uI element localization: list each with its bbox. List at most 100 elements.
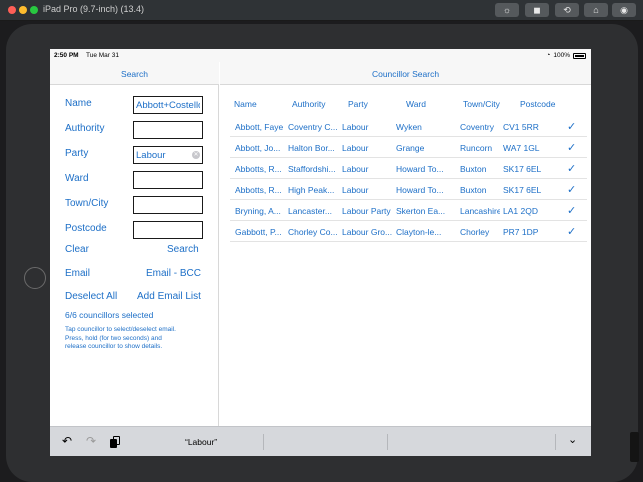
clear-button[interactable]: Clear [65, 244, 89, 255]
cell-town: Chorley [460, 227, 490, 237]
column-header-town-city[interactable]: Town/City [463, 99, 500, 109]
home-icon[interactable]: ⌂ [584, 3, 608, 17]
cell-town: Runcorn [460, 143, 493, 153]
paste-icon[interactable] [110, 436, 120, 448]
cell-party: Labour [342, 143, 369, 153]
postcode-label: Postcode [65, 223, 107, 234]
brightness-icon[interactable]: ☼ [495, 3, 519, 17]
redo-icon[interactable]: ↷ [86, 434, 96, 448]
minimize-window-button[interactable] [19, 6, 27, 14]
suggestion-divider [387, 434, 388, 450]
cell-postcode: LA1 2QD [503, 206, 538, 216]
cell-postcode: PR7 1DP [503, 227, 539, 237]
cell-authority: Chorley Co... [288, 227, 338, 237]
check-icon: ✓ [567, 226, 577, 238]
stop-icon[interactable]: ◼ [525, 3, 549, 17]
close-window-button[interactable] [8, 6, 16, 14]
suggestion-divider [263, 434, 264, 450]
clear-text-icon[interactable]: ✕ [192, 151, 200, 159]
ward-field[interactable] [133, 171, 203, 189]
cell-ward: Howard To... [396, 164, 444, 174]
battery-percent: 100% [553, 52, 570, 59]
search-pane-title: Search [121, 69, 148, 79]
keyboard-shortcut-bar: ↶ ↷ “Labour” ⌄ [50, 426, 591, 456]
add-email-list-button[interactable]: Add Email List [137, 291, 201, 302]
column-header-ward[interactable]: Ward [406, 99, 426, 109]
cell-authority: Halton Bor... [288, 143, 335, 153]
cell-party: Labour Party [342, 206, 391, 216]
camera-icon[interactable]: ◉ [612, 3, 636, 17]
councillor-row[interactable]: Bryning, A... Lancaster... Labour Party Ske… [230, 200, 587, 221]
cell-party: Labour [342, 185, 369, 195]
authority-field[interactable] [133, 121, 203, 139]
search-button[interactable]: Search [167, 244, 199, 255]
ipad-screen: 2:50 PM Tue Mar 31 ◔ 100% Search Name Au… [50, 49, 591, 456]
help-text-line: release councillor to show details. [65, 343, 163, 350]
councillor-row[interactable]: Abbotts, R... High Peak... Labour Howard To… [230, 179, 587, 200]
cell-ward: Howard To... [396, 185, 444, 195]
undo-icon[interactable]: ↶ [62, 434, 72, 448]
selected-count: 6/6 councillors selected [65, 310, 154, 320]
cell-name: Abbotts, R... [235, 164, 282, 174]
check-icon: ✓ [567, 142, 577, 154]
check-icon: ✓ [567, 205, 577, 217]
check-icon: ✓ [567, 121, 577, 133]
postcode-field[interactable] [133, 221, 203, 239]
zoom-window-button[interactable] [30, 6, 38, 14]
party-label: Party [65, 148, 89, 159]
status-time: 2:50 PM [54, 52, 79, 59]
councillor-row[interactable]: Abbott, Faye Coventry C... Labour Wyken Cove… [230, 116, 587, 137]
status-date: Tue Mar 31 [86, 52, 119, 59]
email-bcc-button[interactable]: Email - BCC [146, 268, 201, 279]
help-text-line: Tap councillor to select/deselect email. [65, 326, 176, 333]
councillor-row[interactable]: Gabbott, P... Chorley Co... Labour Gro... C… [230, 221, 587, 242]
rotate-icon[interactable]: ⟲ [555, 3, 579, 17]
suggestion-divider [555, 434, 556, 450]
cell-name: Abbott, Faye [235, 122, 284, 132]
cell-authority: Coventry C... [288, 122, 338, 132]
simulator-titlebar: iPad Pro (9.7-inch) (13.4) ☼ ◼ ⟲ ⌂ ◉ [0, 0, 643, 21]
cell-authority: High Peak... [288, 185, 335, 195]
deselect-all-button[interactable]: Deselect All [65, 291, 117, 302]
results-navbar: Councillor Search [220, 62, 591, 85]
authority-label: Authority [65, 123, 105, 134]
ward-label: Ward [65, 173, 89, 184]
dismiss-keyboard-icon[interactable]: ⌄ [568, 433, 577, 446]
cell-name: Abbotts, R... [235, 185, 282, 195]
check-icon: ✓ [567, 163, 577, 175]
cell-authority: Staffordshi... [288, 164, 336, 174]
search-navbar: Search [50, 62, 219, 85]
cell-authority: Lancaster... [288, 206, 332, 216]
town-city-field[interactable] [133, 196, 203, 214]
cell-ward: Wyken [396, 122, 422, 132]
column-header-name[interactable]: Name [234, 99, 257, 109]
column-header-postcode[interactable]: Postcode [520, 99, 555, 109]
status-right: ◔ 100% [546, 52, 586, 59]
cell-party: Labour [342, 122, 369, 132]
cell-postcode: SK17 6EL [503, 185, 542, 195]
cell-ward: Clayton-le... [396, 227, 442, 237]
check-icon: ✓ [567, 184, 577, 196]
results-pane: Councillor Search Name Authority Party W… [220, 62, 591, 426]
battery-icon [573, 52, 586, 59]
predictive-suggestion[interactable]: “Labour” [185, 437, 217, 447]
cell-postcode: CV1 5RR [503, 122, 539, 132]
device-side-button [630, 432, 639, 462]
cell-town: Lancashire [460, 206, 500, 216]
councillor-row[interactable]: Abbotts, R... Staffordshi... Labour Howard … [230, 158, 587, 179]
cell-town: Buxton [460, 164, 487, 174]
cell-postcode: WA7 1GL [503, 143, 540, 153]
councillor-row[interactable]: Abbott, Jo... Halton Bor... Labour Grange Ru… [230, 137, 587, 158]
cell-name: Abbott, Jo... [235, 143, 281, 153]
search-pane: Search Name Authority Party ✕ Ward Town/… [50, 62, 219, 426]
name-field[interactable] [133, 96, 203, 114]
column-header-authority[interactable]: Authority [292, 99, 326, 109]
results-pane-title: Councillor Search [371, 69, 440, 79]
window-title: iPad Pro (9.7-inch) (13.4) [43, 4, 145, 14]
home-button[interactable] [24, 267, 46, 289]
town-city-label: Town/City [65, 198, 109, 209]
column-header-party[interactable]: Party [348, 99, 368, 109]
help-text-line: Press, hold (for two seconds) and [65, 334, 162, 342]
email-button[interactable]: Email [65, 268, 90, 279]
cell-town: Coventry [460, 122, 495, 132]
